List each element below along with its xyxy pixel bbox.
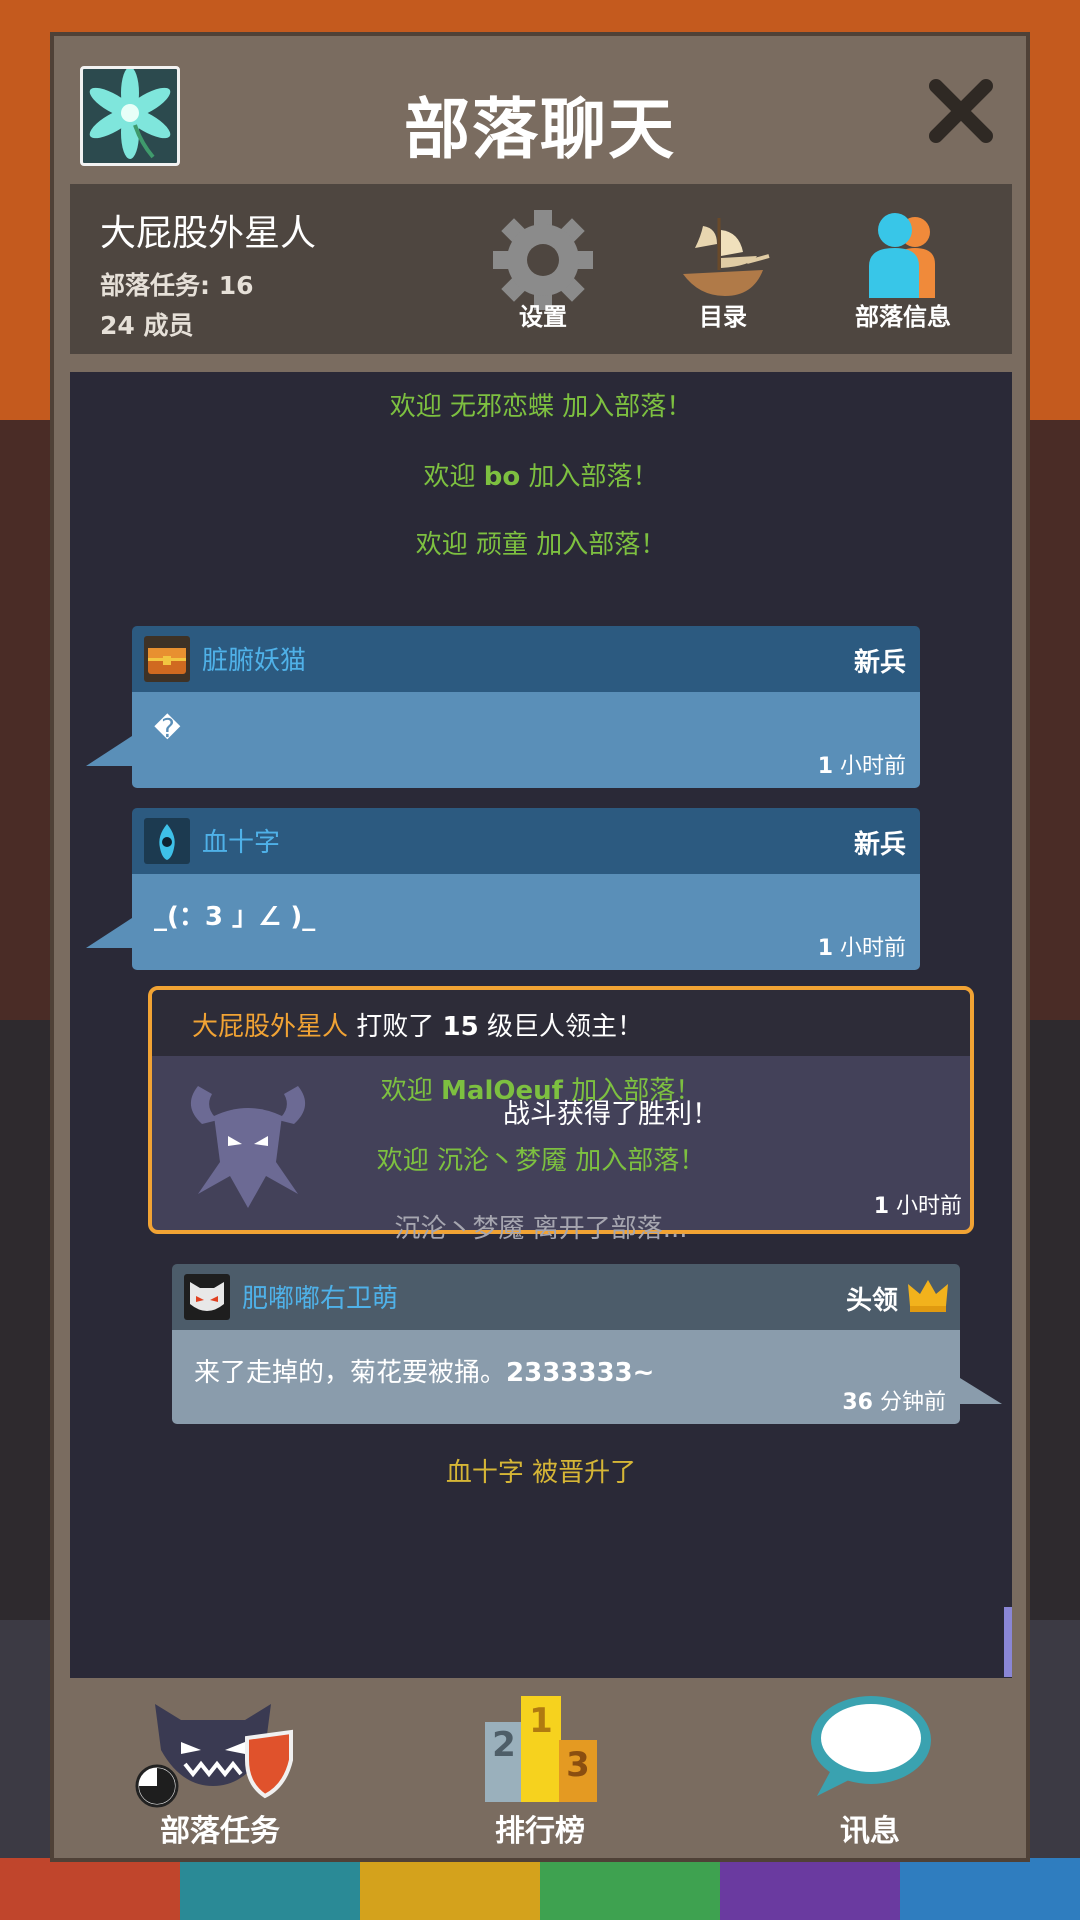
user-rank: 新兵 — [853, 830, 906, 860]
tab-messages[interactable]: 讯息 — [770, 1684, 970, 1862]
event-title: 大屁股外星人 打败了 15 级巨人领主！ — [192, 1012, 643, 1042]
system-message: 欢迎 bo 加入部落！ — [423, 462, 659, 492]
user-avatar[interactable] — [144, 818, 190, 864]
ship-icon — [683, 218, 770, 296]
tab-leaderboard[interactable]: 2 1 3 排行榜 — [440, 1684, 640, 1862]
panel-header: 部落聊天 — [54, 36, 1026, 181]
system-message: 欢迎 沉沦丶梦魇 加入部落！ — [376, 1146, 706, 1176]
user-avatar[interactable] — [184, 1274, 230, 1320]
directory-label: 目录 — [699, 303, 747, 331]
svg-text:3: 3 — [566, 1745, 590, 1785]
message-text: 来了走掉的，菊花要被捅。2333333~ — [194, 1358, 655, 1388]
tab-label: 部落任务 — [160, 1814, 280, 1849]
settings-label: 设置 — [519, 303, 567, 331]
message-time: 1 小时前 — [817, 936, 906, 961]
system-message: 欢迎 顽童 加入部落！ — [415, 530, 667, 560]
username[interactable]: 肥嘟嘟右卫萌 — [242, 1278, 398, 1315]
demon-shield-icon — [135, 1704, 293, 1808]
chat-message: 肥嘟嘟右卫萌 头领 来了走掉的，菊花要被捅。2333333~ 36 分钟前 — [172, 1264, 1002, 1424]
speech-bubble-icon — [811, 1696, 931, 1796]
chat-message: 血十字 新兵 _(：3 」∠ )_ 1 小时前 — [86, 808, 920, 970]
user-rank: 新兵 — [853, 648, 906, 678]
flame-spirit-icon — [159, 824, 175, 860]
system-message: 欢迎 MalOeuf 加入部落！ — [380, 1076, 702, 1106]
tribe-quest-count: 部落任务: 16 — [100, 271, 254, 300]
directory-button[interactable]: 目录 — [648, 202, 798, 342]
tribe-name: 大屁股外星人 — [100, 213, 317, 254]
system-message: 沉沦丶梦魇 离开了部落... — [394, 1214, 688, 1244]
tab-tribe-quests[interactable]: 部落任务 — [110, 1684, 330, 1862]
chat-feed[interactable]: 欢迎 无邪恋蝶 加入部落！ 欢迎 bo 加入部落！ 欢迎 顽童 加入部落！ 脏腑… — [70, 372, 1012, 1678]
chat-scrollbar[interactable] — [1004, 1607, 1012, 1677]
message-text: _(：3 」∠ )_ — [154, 902, 316, 932]
message-time: 36 分钟前 — [842, 1390, 946, 1415]
people-icon — [869, 213, 935, 298]
svg-text:2: 2 — [492, 1725, 516, 1765]
tribe-member-count: 24 成员 — [100, 311, 194, 340]
bottom-tab-bar: 部落任务 2 1 3 排行榜 讯息 — [70, 1684, 1012, 1862]
crown-icon — [908, 1280, 948, 1312]
tribe-info-label: 部落信息 — [855, 303, 951, 331]
username[interactable]: 脏腑妖猫 — [202, 640, 306, 677]
tab-label: 排行榜 — [495, 1814, 585, 1849]
message-time: 1 小时前 — [817, 754, 906, 779]
close-button[interactable] — [926, 76, 996, 146]
system-message: 血十字 被晋升了 — [445, 1458, 637, 1488]
cat-mask-icon — [190, 1282, 224, 1311]
user-rank: 头领 — [845, 1286, 898, 1316]
chat-message: 脏腑妖猫 新兵 � 1 小时前 — [86, 626, 920, 788]
message-text: � — [154, 714, 181, 744]
settings-button[interactable]: 设置 — [468, 202, 618, 342]
tribe-info-bar: 大屁股外星人 部落任务: 16 24 成员 设置 目录 部落信息 — [70, 184, 1012, 354]
close-icon — [929, 79, 993, 143]
tribe-info-button[interactable]: 部落信息 — [828, 202, 978, 342]
page-title: 部落聊天 — [404, 91, 676, 168]
svg-text:1: 1 — [529, 1701, 553, 1741]
tribe-chat-panel: 部落聊天 大屁股外星人 部落任务: 16 24 成员 设置 目录 部落信息 欢迎… — [50, 32, 1030, 1862]
podium-icon: 2 1 3 — [485, 1696, 597, 1802]
tab-label: 讯息 — [840, 1814, 900, 1849]
username[interactable]: 血十字 — [202, 822, 280, 859]
user-avatar[interactable] — [144, 636, 190, 682]
system-message: 欢迎 无邪恋蝶 加入部落！ — [389, 392, 693, 422]
battle-event-card: 大屁股外星人 打败了 15 级巨人领主！ 战斗获得了胜利！ 1 小时前 — [148, 986, 974, 1234]
treasure-chest-icon — [148, 648, 186, 674]
